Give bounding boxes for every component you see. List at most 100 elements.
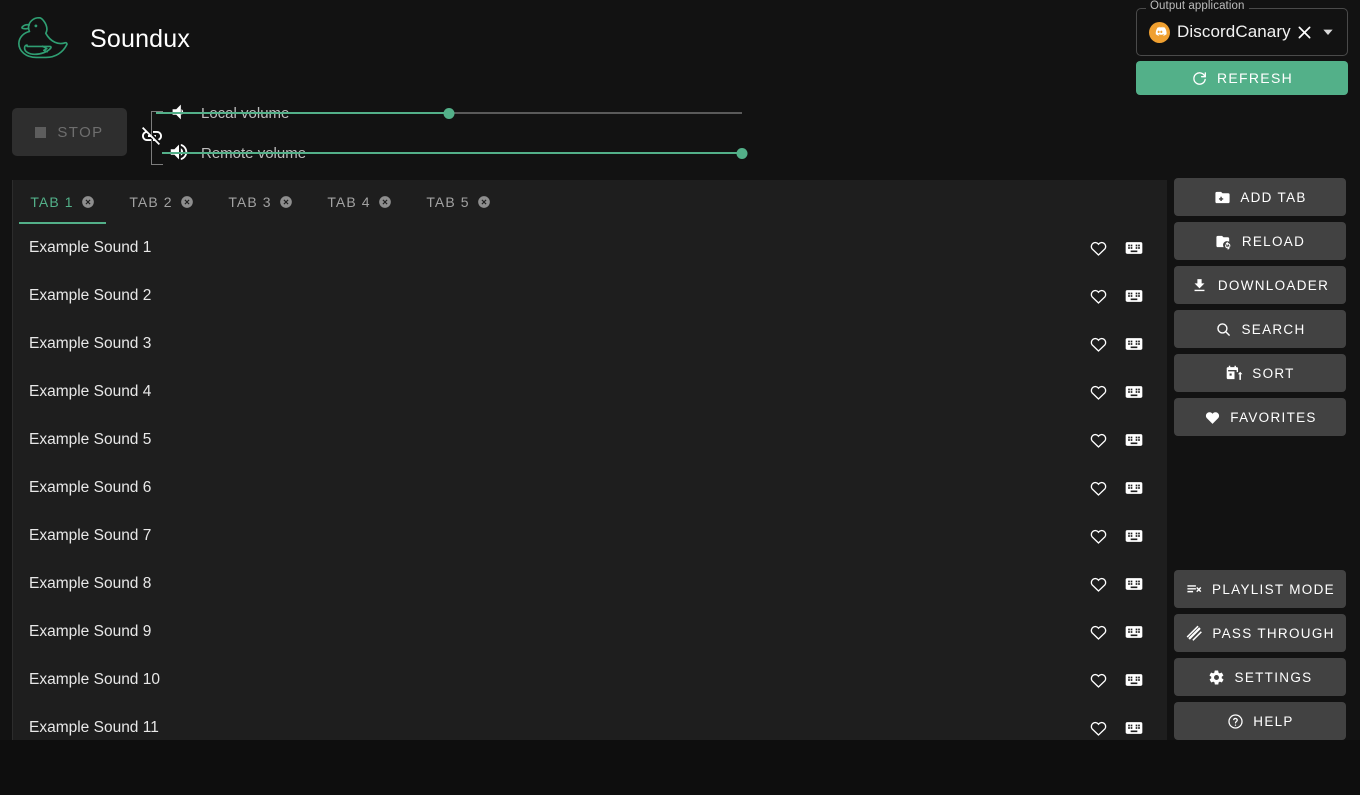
- heart-outline-icon[interactable]: [1088, 238, 1108, 258]
- heart-outline-icon[interactable]: [1088, 334, 1108, 354]
- add-tab-button[interactable]: ADD TAB: [1174, 178, 1346, 216]
- heart-outline-icon[interactable]: [1088, 478, 1108, 498]
- row-actions: [1088, 526, 1144, 546]
- app-title: Soundux: [90, 24, 191, 53]
- heart-outline-icon[interactable]: [1088, 574, 1108, 594]
- sound-name: Example Sound 2: [29, 287, 152, 304]
- playlist-remove-icon: [1185, 580, 1203, 598]
- soundux-window: Soundux DiscordCanary Output application…: [0, 0, 1360, 795]
- keyboard-icon[interactable]: [1124, 286, 1144, 306]
- table-row[interactable]: Example Sound 1: [13, 224, 1167, 272]
- control-bar: STOP Local volume Remote volume: [0, 100, 1130, 176]
- tab-1[interactable]: TAB 1: [13, 180, 112, 224]
- remote-volume-slider[interactable]: [162, 146, 748, 160]
- table-row[interactable]: Example Sound 7: [13, 512, 1167, 560]
- heart-filled-icon: [1203, 408, 1221, 426]
- folder-plus-icon: [1213, 188, 1231, 206]
- table-row[interactable]: Example Sound 6: [13, 464, 1167, 512]
- row-actions: [1088, 718, 1144, 738]
- tab-3[interactable]: TAB 3: [211, 180, 310, 224]
- sound-name: Example Sound 10: [29, 671, 160, 688]
- row-actions: [1088, 478, 1144, 498]
- local-volume-slider[interactable]: [156, 106, 742, 120]
- side-btn-label: RELOAD: [1241, 233, 1306, 249]
- tab-4[interactable]: TAB 4: [310, 180, 409, 224]
- sound-name: Example Sound 6: [29, 479, 152, 496]
- close-circle-icon[interactable]: [279, 195, 293, 209]
- slider-thumb[interactable]: [736, 148, 748, 159]
- chevron-down-icon[interactable]: [1317, 21, 1339, 43]
- output-application-select[interactable]: DiscordCanary Output application: [1136, 0, 1348, 56]
- keyboard-icon[interactable]: [1124, 574, 1144, 594]
- close-circle-icon[interactable]: [81, 195, 95, 209]
- favorites-button[interactable]: FAVORITES: [1174, 398, 1346, 436]
- content-panel: TAB 1 TAB 2 TAB 3 TAB 4 TAB 5 Example So…: [12, 180, 1167, 740]
- keyboard-icon[interactable]: [1124, 238, 1144, 258]
- heart-outline-icon[interactable]: [1088, 430, 1108, 450]
- side-btn-label: PASS THROUGH: [1212, 625, 1335, 641]
- help-button[interactable]: HELP: [1174, 702, 1346, 740]
- table-row[interactable]: Example Sound 10: [13, 656, 1167, 704]
- table-row[interactable]: Example Sound 8: [13, 560, 1167, 608]
- table-row[interactable]: Example Sound 9: [13, 608, 1167, 656]
- heart-outline-icon[interactable]: [1088, 526, 1108, 546]
- sound-name: Example Sound 4: [29, 383, 152, 400]
- close-icon[interactable]: [1293, 21, 1315, 43]
- sort-button[interactable]: SORT: [1174, 354, 1346, 392]
- row-actions: [1088, 334, 1144, 354]
- keyboard-icon[interactable]: [1124, 526, 1144, 546]
- slider-thumb[interactable]: [443, 108, 455, 119]
- row-actions: [1088, 622, 1144, 642]
- downloader-button[interactable]: DOWNLOADER: [1174, 266, 1346, 304]
- keyboard-icon[interactable]: [1124, 478, 1144, 498]
- table-row[interactable]: Example Sound 2: [13, 272, 1167, 320]
- settings-button[interactable]: SETTINGS: [1174, 658, 1346, 696]
- refresh-button[interactable]: REFRESH: [1136, 61, 1348, 95]
- keyboard-icon[interactable]: [1124, 334, 1144, 354]
- heart-outline-icon[interactable]: [1088, 718, 1108, 738]
- tab-label: TAB 5: [426, 194, 470, 210]
- keyboard-icon[interactable]: [1124, 718, 1144, 738]
- sound-name: Example Sound 3: [29, 335, 152, 352]
- sound-list[interactable]: Example Sound 1 Example Sound 2 Example …: [13, 224, 1167, 740]
- stop-button[interactable]: STOP: [12, 108, 127, 156]
- close-circle-icon[interactable]: [180, 195, 194, 209]
- sound-name: Example Sound 5: [29, 431, 152, 448]
- gear-icon: [1208, 668, 1226, 686]
- keyboard-icon[interactable]: [1124, 430, 1144, 450]
- reload-button[interactable]: RELOAD: [1174, 222, 1346, 260]
- refresh-label: REFRESH: [1217, 70, 1293, 86]
- table-row[interactable]: Example Sound 5: [13, 416, 1167, 464]
- heart-outline-icon[interactable]: [1088, 382, 1108, 402]
- download-icon: [1191, 276, 1209, 294]
- output-select-box[interactable]: DiscordCanary: [1136, 8, 1348, 56]
- heart-outline-icon[interactable]: [1088, 286, 1108, 306]
- discord-icon: [1149, 21, 1170, 43]
- keyboard-icon[interactable]: [1124, 382, 1144, 402]
- refresh-icon: [1191, 70, 1208, 87]
- tab-label: TAB 2: [129, 194, 173, 210]
- close-circle-icon[interactable]: [477, 195, 491, 209]
- tab-5[interactable]: TAB 5: [409, 180, 508, 224]
- search-button[interactable]: SEARCH: [1174, 310, 1346, 348]
- tab-2[interactable]: TAB 2: [112, 180, 211, 224]
- link-off-icon[interactable]: [140, 124, 164, 148]
- search-icon: [1214, 320, 1232, 338]
- side-btn-label: FAVORITES: [1230, 409, 1317, 425]
- side-btn-label: SORT: [1252, 365, 1295, 381]
- keyboard-icon[interactable]: [1124, 670, 1144, 690]
- sound-name: Example Sound 8: [29, 575, 152, 592]
- heart-outline-icon[interactable]: [1088, 670, 1108, 690]
- table-row[interactable]: Example Sound 3: [13, 320, 1167, 368]
- pass-through-button[interactable]: PASS THROUGH: [1174, 614, 1346, 652]
- side-btn-label: PLAYLIST MODE: [1212, 581, 1335, 597]
- table-row[interactable]: Example Sound 4: [13, 368, 1167, 416]
- playlist-mode-button[interactable]: PLAYLIST MODE: [1174, 570, 1346, 608]
- table-row[interactable]: Example Sound 11: [13, 704, 1167, 740]
- side-btn-label: HELP: [1253, 713, 1294, 729]
- close-circle-icon[interactable]: [378, 195, 392, 209]
- side-btn-label: SEARCH: [1241, 321, 1306, 337]
- keyboard-icon[interactable]: [1124, 622, 1144, 642]
- help-circle-icon: [1226, 712, 1244, 730]
- heart-outline-icon[interactable]: [1088, 622, 1108, 642]
